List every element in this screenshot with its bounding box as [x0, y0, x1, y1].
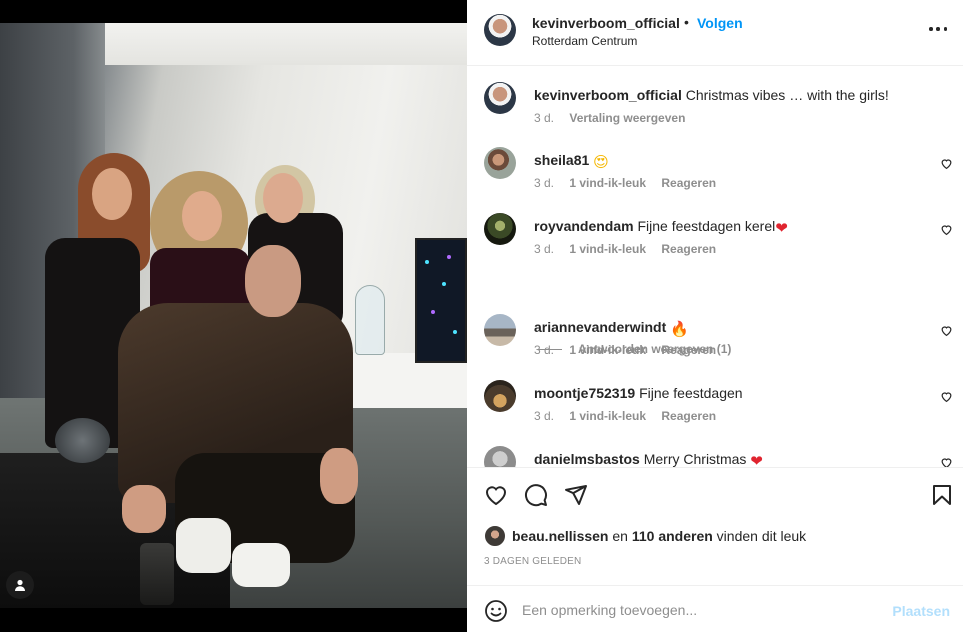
- comment-time[interactable]: 3 d.: [534, 242, 554, 256]
- instagram-post-modal: kevinverboom_official • Volgen Rotterdam…: [0, 0, 963, 632]
- author-username[interactable]: kevinverboom_official: [532, 15, 680, 31]
- post-location[interactable]: Rotterdam Centrum: [532, 34, 637, 48]
- caption-time[interactable]: 3 d.: [534, 111, 554, 125]
- commenter-username[interactable]: royvandendam: [534, 218, 634, 234]
- person-tag-icon[interactable]: [6, 571, 34, 599]
- caption-body: Christmas vibes … with the girls!: [685, 87, 889, 103]
- comment-body: Fijne feestdagen kerel: [637, 218, 776, 234]
- red-heart-emoji: ❤: [750, 452, 763, 467]
- liker-avatar[interactable]: [484, 525, 506, 547]
- emoji-icon[interactable]: [484, 599, 508, 623]
- comment-body: Merry Christmas: [643, 451, 747, 467]
- photo-pane: [0, 0, 467, 632]
- comment-body: Fijne feestdagen: [639, 385, 743, 401]
- reply-button[interactable]: Reageren: [661, 409, 716, 423]
- add-comment-bar: Plaatsen: [467, 585, 963, 632]
- post-photo[interactable]: [0, 23, 467, 608]
- author-avatar[interactable]: [484, 14, 516, 46]
- comment-like-heart-icon[interactable]: [940, 390, 953, 403]
- likes-summary: beau.nellissen en 110 anderen vinden dit…: [484, 525, 806, 547]
- share-icon[interactable]: [564, 483, 588, 507]
- reply-button[interactable]: Reageren: [661, 343, 716, 357]
- photo-person-4-hand: [320, 448, 358, 504]
- post-header: kevinverboom_official • Volgen Rotterdam…: [467, 0, 963, 66]
- reply-button[interactable]: Reageren: [661, 242, 716, 256]
- comment-like-heart-icon[interactable]: [940, 324, 953, 337]
- comment-text: royvandendam Fijne feestdagen kerel❤: [534, 218, 923, 237]
- comment-text: sheila81 😍: [534, 152, 923, 171]
- comment-time[interactable]: 3 d.: [534, 176, 554, 190]
- photo-decoration: [55, 418, 110, 463]
- comment-text: moontje752319 Fijne feestdagen: [534, 385, 923, 401]
- comment-likes[interactable]: 1 vind-ik-leuk: [569, 409, 646, 423]
- photo-person-1-face: [92, 168, 132, 220]
- comment-like-heart-icon[interactable]: [940, 223, 953, 236]
- photo-tv: [415, 238, 467, 363]
- commenter-username[interactable]: danielmsbastos: [534, 451, 640, 467]
- comments-list[interactable]: kevinverboom_official Christmas vibes … …: [467, 67, 963, 467]
- caption-avatar[interactable]: [484, 82, 516, 114]
- likes-connector: en: [612, 528, 628, 544]
- comment-likes[interactable]: 1 vind-ik-leuk: [569, 343, 646, 357]
- comment-meta: 3 d. 1 vind-ik-leuk Reageren: [534, 343, 728, 357]
- comment-time[interactable]: 3 d.: [534, 409, 554, 423]
- comment-input[interactable]: [522, 597, 882, 623]
- caption-meta: 3 d. Vertaling weergeven: [534, 111, 697, 125]
- liker-username[interactable]: beau.nellissen: [512, 528, 608, 544]
- photo-person-4-hand: [122, 485, 166, 533]
- heart-icon[interactable]: [484, 483, 508, 507]
- heart-eyes-emoji: 😍: [593, 153, 609, 171]
- photo-person-4-face: [245, 245, 301, 317]
- post-side-panel: kevinverboom_official • Volgen Rotterdam…: [467, 0, 963, 632]
- likes-suffix: vinden dit leuk: [716, 528, 807, 544]
- likes-count-link[interactable]: 110 anderen: [632, 528, 713, 544]
- commenter-avatar[interactable]: [484, 213, 516, 245]
- fire-emoji: 🔥: [670, 320, 689, 338]
- photo-glass-jar: [355, 285, 385, 355]
- header-separator: •: [684, 14, 689, 30]
- comment-text: danielmsbastos Merry Christmas ❤: [534, 451, 923, 467]
- follow-button[interactable]: Volgen: [697, 15, 743, 31]
- translate-link[interactable]: Vertaling weergeven: [569, 111, 685, 125]
- post-comment-button[interactable]: Plaatsen: [892, 603, 950, 619]
- caption-username[interactable]: kevinverboom_official: [534, 87, 682, 103]
- comment-meta: 3 d. 1 vind-ik-leuk Reageren: [534, 409, 728, 423]
- more-options-icon[interactable]: [929, 20, 947, 38]
- photo-shoe: [176, 518, 231, 573]
- commenter-username[interactable]: ariannevanderwindt: [534, 319, 666, 335]
- comment-icon[interactable]: [524, 483, 548, 507]
- photo-candle: [140, 543, 174, 605]
- comment-like-heart-icon[interactable]: [940, 456, 953, 467]
- commenter-avatar[interactable]: [484, 380, 516, 412]
- comment-likes[interactable]: 1 vind-ik-leuk: [569, 242, 646, 256]
- post-date[interactable]: 3 DAGEN GELEDEN: [484, 556, 581, 567]
- comment-like-heart-icon[interactable]: [940, 157, 953, 170]
- commenter-username[interactable]: sheila81: [534, 152, 589, 168]
- photo-person-3-face: [263, 173, 303, 223]
- commenter-avatar[interactable]: [484, 446, 516, 467]
- red-heart-emoji: ❤: [775, 219, 788, 237]
- comment-likes[interactable]: 1 vind-ik-leuk: [569, 176, 646, 190]
- comment-time[interactable]: 3 d.: [534, 343, 554, 357]
- photo-person-2-face: [182, 191, 222, 241]
- caption-text: kevinverboom_official Christmas vibes … …: [534, 87, 923, 103]
- comment-text: ariannevanderwindt 🔥: [534, 319, 923, 338]
- post-actions-bar: [467, 467, 963, 519]
- comment-meta: 3 d. 1 vind-ik-leuk Reageren: [534, 176, 728, 190]
- comment-meta: 3 d. 1 vind-ik-leuk Reageren: [534, 242, 728, 256]
- reply-button[interactable]: Reageren: [661, 176, 716, 190]
- commenter-avatar[interactable]: [484, 147, 516, 179]
- bookmark-icon[interactable]: [930, 483, 954, 507]
- commenter-username[interactable]: moontje752319: [534, 385, 635, 401]
- photo-shoe: [232, 543, 290, 587]
- commenter-avatar[interactable]: [484, 314, 516, 346]
